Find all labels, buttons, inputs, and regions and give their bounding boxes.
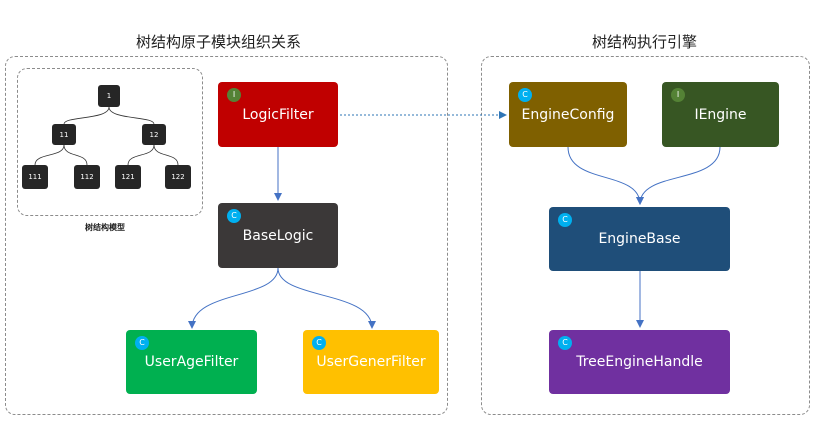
link-baselogic-useragefilter <box>188 267 279 329</box>
tree-node-122: 122 <box>165 165 191 189</box>
tree-node-11: 11 <box>52 124 76 145</box>
class-badge-icon: C <box>558 213 572 227</box>
link-engineconfig-enginebase <box>567 146 644 205</box>
tree-node-1: 1 <box>98 85 120 107</box>
class-badge-icon: C <box>518 88 532 102</box>
class-badge-icon: C <box>227 209 241 223</box>
engineconfig-label: EngineConfig <box>521 106 615 123</box>
logicfilter-label: LogicFilter <box>242 106 314 123</box>
tree-node-111: 111 <box>22 165 48 189</box>
link-baselogic-usergenerfilter <box>277 267 376 329</box>
baselogic-label: BaseLogic <box>242 227 314 244</box>
useragefilter-label: UserAgeFilter <box>144 354 239 370</box>
tree-node-12: 12 <box>142 124 166 145</box>
logicfilter-node[interactable]: I LogicFilter <box>218 82 338 147</box>
usergenerfilter-node[interactable]: C UserGenerFilter <box>303 330 439 394</box>
treeenginehandle-node[interactable]: C TreeEngineHandle <box>549 330 730 394</box>
tree-model-caption: 树结构模型 <box>85 223 125 232</box>
class-badge-icon: C <box>312 336 326 350</box>
interface-badge-icon: I <box>227 88 241 102</box>
iengine-label: IEngine <box>694 106 747 123</box>
baselogic-node[interactable]: C BaseLogic <box>218 203 338 268</box>
enginebase-node[interactable]: C EngineBase <box>549 207 730 271</box>
class-badge-icon: C <box>558 336 572 350</box>
useragefilter-node[interactable]: C UserAgeFilter <box>126 330 257 394</box>
enginebase-label: EngineBase <box>598 231 681 247</box>
iengine-node[interactable]: I IEngine <box>662 82 779 147</box>
tree-node-112: 112 <box>74 165 100 189</box>
engineconfig-node[interactable]: C EngineConfig <box>509 82 627 147</box>
tree-node-121: 121 <box>115 165 141 189</box>
treeenginehandle-label: TreeEngineHandle <box>576 354 703 370</box>
class-badge-icon: C <box>135 336 149 350</box>
interface-badge-icon: I <box>671 88 685 102</box>
usergenerfilter-label: UserGenerFilter <box>316 354 426 370</box>
link-iengine-enginebase <box>636 146 721 205</box>
